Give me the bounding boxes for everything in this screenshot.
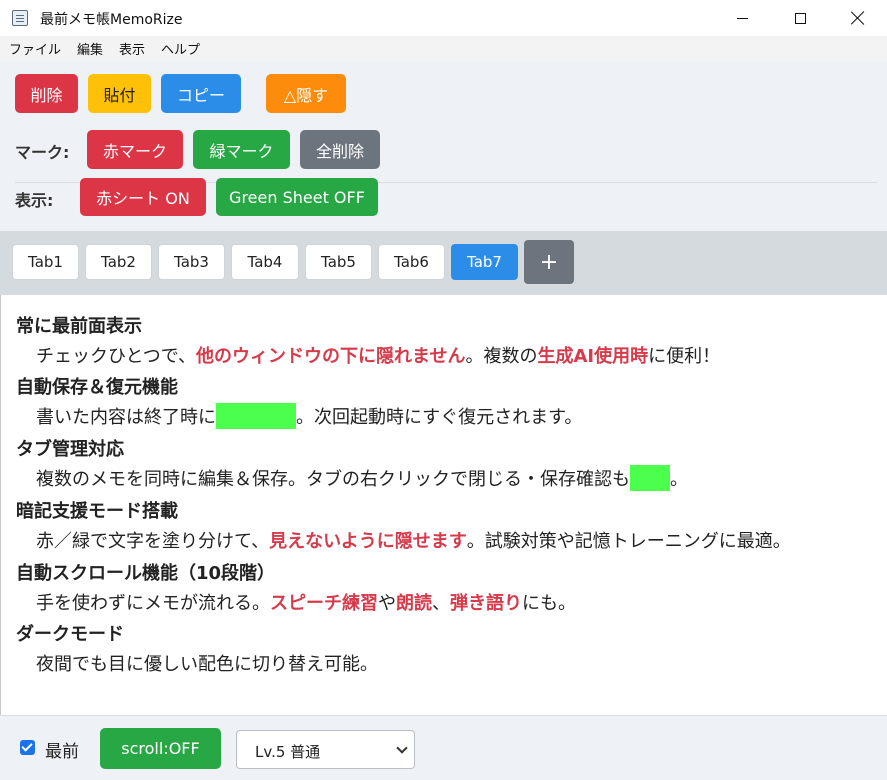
feature-description: 赤／緑で文字を塗り分けて、見えないように隠せます。試験対策や記憶トレーニングに最… — [36, 527, 791, 553]
text-span: にも。 — [522, 593, 576, 614]
delete-button[interactable]: 削除 — [15, 74, 78, 113]
green-mask — [216, 403, 296, 429]
text-span: 書いた内容は終了時に — [36, 407, 216, 428]
red-marked-text: スピーチ練習 — [270, 593, 378, 614]
green-mark-button[interactable]: 緑マーク — [193, 130, 290, 169]
tab-4[interactable]: Tab4 — [231, 244, 299, 280]
red-marked-text: 生成AI使用時 — [537, 346, 649, 367]
title-bar: 最前メモ帳MemoRize — [0, 0, 887, 36]
text-span: 。試験対策や記憶トレーニングに最適。 — [466, 531, 791, 552]
menu-bar: ファイル 編集 表示 ヘルプ — [0, 36, 887, 61]
text-span: チェックひとつで、 — [36, 346, 197, 367]
red-marked-text: 見えないように隠せます — [269, 531, 467, 552]
minimize-icon — [736, 17, 748, 19]
text-span: 、 — [432, 593, 450, 614]
feature-title: 自動スクロール機能（10段階） — [16, 563, 276, 584]
green-mask — [630, 465, 670, 491]
clear-all-button[interactable]: 全削除 — [300, 130, 380, 169]
menu-file[interactable]: ファイル — [9, 39, 61, 58]
menu-view[interactable]: 表示 — [119, 39, 145, 58]
tab-5[interactable]: Tab5 — [305, 244, 372, 280]
scroll-toggle-button[interactable]: scroll:OFF — [100, 728, 221, 769]
tab-3[interactable]: Tab3 — [158, 244, 225, 280]
maximize-button[interactable] — [771, 0, 829, 36]
scroll-speed-select[interactable]: Lv.5 普通 — [236, 730, 415, 769]
close-icon — [851, 11, 865, 25]
add-tab-button[interactable]: + — [524, 240, 574, 284]
window-title: 最前メモ帳MemoRize — [40, 12, 183, 28]
red-marked-text: 弾き語り — [450, 593, 522, 614]
feature-description: 手を使わずにメモが流れる。スピーチ練習や朗読、弾き語りにも。 — [36, 589, 576, 615]
paste-button[interactable]: 貼付 — [88, 74, 151, 113]
text-span: に便利！ — [648, 346, 721, 367]
feature-description: 複数のメモを同時に編集＆保存。タブの右クリックで閉じる・保存確認も 。 — [36, 465, 688, 491]
text-span: 。複数の — [465, 346, 538, 367]
chevron-down-icon — [396, 742, 408, 754]
feature-title: 自動保存＆復元機能 — [16, 377, 178, 398]
topmost-checkbox[interactable] — [20, 740, 35, 755]
menu-edit[interactable]: 編集 — [77, 39, 103, 58]
text-span: 複数のメモを同時に編集＆保存。タブの右クリックで閉じる・保存確認も — [36, 469, 630, 490]
menu-help[interactable]: ヘルプ — [161, 39, 200, 58]
feature-title: タブ管理対応 — [16, 439, 124, 460]
tab-1[interactable]: Tab1 — [12, 244, 79, 280]
toolbar: 削除 貼付 コピー △隠す マーク: 赤マーク 緑マーク 全削除 表示: 赤シー… — [0, 61, 887, 231]
tab-bar: Tab1 Tab2 Tab3 Tab4 Tab5 Tab6 Tab7 + — [0, 231, 887, 295]
text-span: 。次回起動時にすぐ復元されます。 — [296, 407, 583, 428]
tab-2[interactable]: Tab2 — [85, 244, 152, 280]
feature-title: ダークモード — [16, 624, 124, 645]
tab-6[interactable]: Tab6 — [378, 244, 445, 280]
feature-description: 夜間でも目に優しい配色に切り替え可能。 — [36, 650, 378, 676]
hide-button[interactable]: △隠す — [266, 74, 346, 113]
minimize-button[interactable] — [713, 0, 771, 36]
mark-label: マーク: — [15, 143, 70, 162]
memo-text-area[interactable]: 常に最前面表示 チェックひとつで、他のウィンドウの下に隠れません。複数の生成AI… — [0, 295, 887, 715]
status-bar: 最前 scroll:OFF Lv.5 普通 — [0, 715, 887, 780]
select-value: Lv.5 普通 — [255, 743, 321, 761]
display-label: 表示: — [15, 191, 54, 210]
feature-title: 常に最前面表示 — [16, 316, 142, 337]
feature-description: チェックひとつで、他のウィンドウの下に隠れません。複数の生成AI使用時に便利！ — [36, 342, 720, 368]
notepad-icon — [12, 10, 28, 26]
tab-7[interactable]: Tab7 — [451, 244, 518, 280]
text-span: や — [378, 593, 396, 614]
text-span: 。 — [670, 469, 688, 490]
red-sheet-toggle[interactable]: 赤シート ON — [80, 178, 206, 216]
green-sheet-toggle[interactable]: Green Sheet OFF — [216, 178, 378, 216]
feature-title: 暗記支援モード搭載 — [16, 501, 178, 522]
copy-button[interactable]: コピー — [161, 74, 241, 113]
feature-description: 書いた内容は終了時に 。次回起動時にすぐ復元されます。 — [36, 403, 582, 429]
text-span: 赤／緑で文字を塗り分けて、 — [36, 531, 270, 552]
close-button[interactable] — [829, 0, 887, 36]
red-mark-button[interactable]: 赤マーク — [87, 130, 183, 169]
maximize-icon — [794, 12, 806, 24]
text-span: 手を使わずにメモが流れる。 — [36, 593, 270, 614]
red-marked-text: 他のウィンドウの下に隠れません — [196, 346, 466, 367]
red-marked-text: 朗読 — [396, 593, 432, 614]
text-span: 夜間でも目に優しい配色に切り替え可能。 — [36, 654, 378, 675]
topmost-label[interactable]: 最前 — [45, 737, 79, 762]
